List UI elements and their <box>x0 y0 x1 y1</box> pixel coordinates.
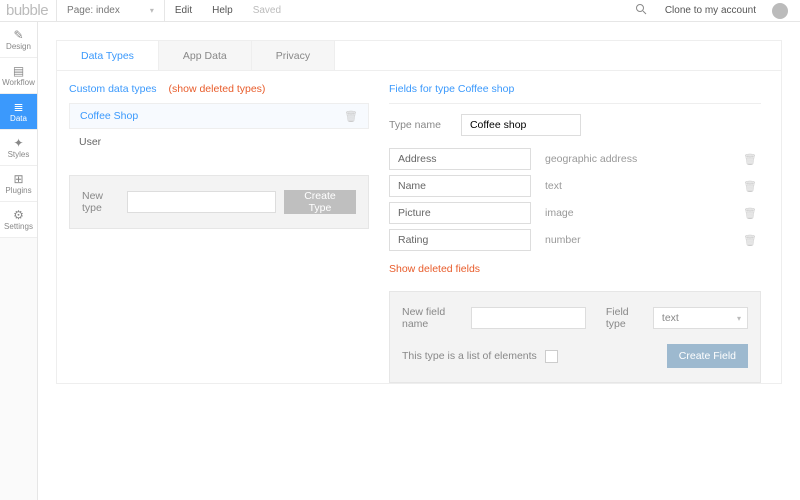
settings-icon: ⚙ <box>13 209 24 221</box>
field-type-select[interactable]: text <box>653 307 748 329</box>
list-checkbox-label: This type is a list of elements <box>402 350 537 362</box>
sidebar-item-data[interactable]: ≣Data <box>0 94 37 130</box>
page-selector[interactable]: Page: index ▾ <box>56 0 165 21</box>
field-type-label: geographic address <box>545 153 725 165</box>
sidebar-item-design[interactable]: ✎Design <box>0 22 37 58</box>
trash-icon[interactable]: 🗑 <box>739 153 761 166</box>
new-field-name-input[interactable] <box>471 307 586 329</box>
clone-link[interactable]: Clone to my account <box>655 5 766 16</box>
new-type-label: New type <box>82 190 119 214</box>
show-deleted-fields-link[interactable]: Show deleted fields <box>389 263 761 275</box>
page-label: Page: index <box>67 5 120 16</box>
tab-app-data[interactable]: App Data <box>159 41 252 70</box>
type-item[interactable]: Coffee Shop 🗑 <box>69 103 369 129</box>
sidebar-item-label: Design <box>6 42 31 51</box>
save-status: Saved <box>243 5 291 16</box>
field-row: Address geographic address 🗑 <box>389 148 761 170</box>
new-field-name-label: New field name <box>402 306 461 330</box>
menu-edit[interactable]: Edit <box>165 5 202 16</box>
design-icon: ✎ <box>13 29 23 41</box>
field-list: Addressgeographic address🗑Nametext🗑Pictu… <box>389 148 761 251</box>
field-name-input[interactable]: Picture <box>389 202 531 224</box>
sidebar-item-label: Settings <box>4 222 33 231</box>
field-row: Name text 🗑 <box>389 175 761 197</box>
topbar: bubble Page: index ▾ Edit Help Saved Clo… <box>0 0 800 22</box>
type-name: User <box>79 136 101 148</box>
data-icon: ≣ <box>13 101 23 113</box>
sidebar-item-settings[interactable]: ⚙Settings <box>0 202 37 238</box>
workflow-icon: ▤ <box>13 65 24 77</box>
tab-data-types[interactable]: Data Types <box>57 41 159 70</box>
fields-heading: Fields for type Coffee shop <box>389 83 761 95</box>
type-name: Coffee Shop <box>80 110 138 122</box>
list-checkbox[interactable] <box>545 350 558 363</box>
logo: bubble <box>6 2 56 19</box>
styles-icon: ✦ <box>13 137 23 149</box>
sidebar-item-label: Data <box>10 114 27 123</box>
type-name-label: Type name <box>389 119 441 131</box>
create-field-button[interactable]: Create Field <box>667 344 748 368</box>
type-item[interactable]: User <box>69 129 369 155</box>
trash-icon[interactable]: 🗑 <box>739 180 761 193</box>
field-row: Picture image 🗑 <box>389 202 761 224</box>
new-field-box: New field name Field type text This type… <box>389 291 761 383</box>
field-type-label: number <box>545 234 725 246</box>
tabs: Data TypesApp DataPrivacy <box>57 41 781 71</box>
create-type-button[interactable]: Create Type <box>284 190 356 214</box>
show-deleted-types-link[interactable]: (show deleted types) <box>169 83 266 95</box>
sidebar-item-label: Workflow <box>2 78 35 87</box>
search-icon[interactable] <box>627 3 655 18</box>
custom-types-heading: Custom data types <box>69 83 157 95</box>
sidebar-item-label: Styles <box>8 150 30 159</box>
type-list: Coffee Shop 🗑 User <box>69 103 369 155</box>
field-row: Rating number 🗑 <box>389 229 761 251</box>
tab-privacy[interactable]: Privacy <box>252 41 335 70</box>
field-name-input[interactable]: Rating <box>389 229 531 251</box>
new-type-box: New type Create Type <box>69 175 369 229</box>
sidebar-item-workflow[interactable]: ▤Workflow <box>0 58 37 94</box>
field-type-label: image <box>545 207 725 219</box>
new-type-input[interactable] <box>127 191 276 213</box>
menu-help[interactable]: Help <box>202 5 243 16</box>
trash-icon[interactable]: 🗑 <box>344 110 358 123</box>
field-name-input[interactable]: Name <box>389 175 531 197</box>
chevron-down-icon: ▾ <box>150 6 154 15</box>
sidebar-item-plugins[interactable]: ⊞Plugins <box>0 166 37 202</box>
trash-icon[interactable]: 🗑 <box>739 234 761 247</box>
sidebar-item-label: Plugins <box>5 186 31 195</box>
avatar[interactable] <box>772 3 788 19</box>
field-type-label: text <box>545 180 725 192</box>
field-type-label: Field type <box>606 306 643 330</box>
type-name-input[interactable] <box>461 114 581 136</box>
trash-icon[interactable]: 🗑 <box>739 207 761 220</box>
plugins-icon: ⊞ <box>13 173 23 185</box>
sidebar: ✎Design▤Workflow≣Data✦Styles⊞Plugins⚙Set… <box>0 22 38 500</box>
field-name-input[interactable]: Address <box>389 148 531 170</box>
sidebar-item-styles[interactable]: ✦Styles <box>0 130 37 166</box>
